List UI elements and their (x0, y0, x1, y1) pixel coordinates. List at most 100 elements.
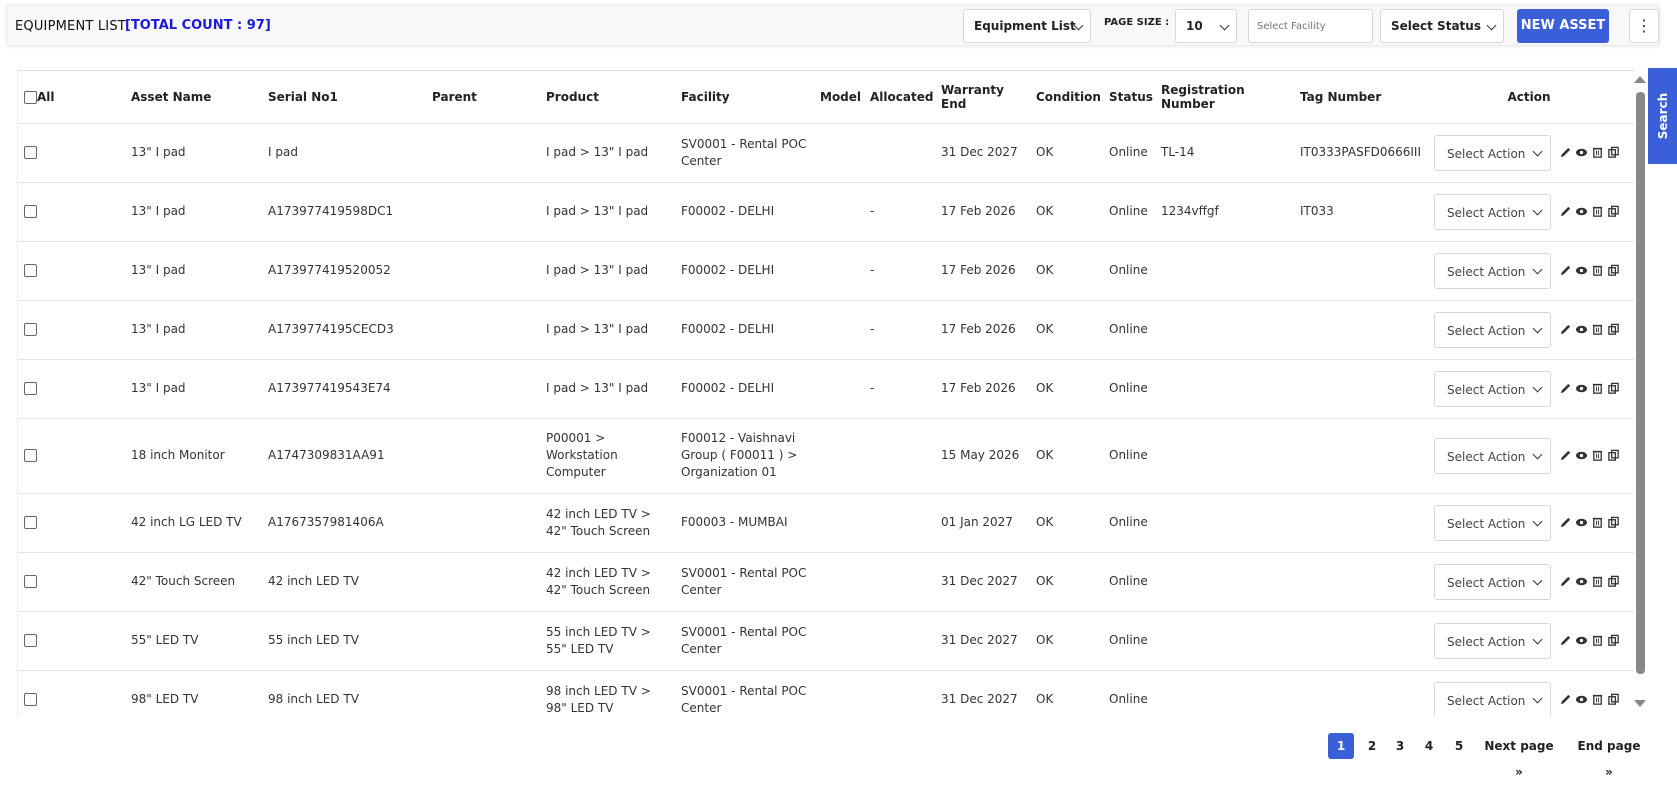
copy-icon[interactable] (1607, 693, 1620, 706)
page-5[interactable]: 5 (1449, 733, 1469, 759)
view-icon[interactable] (1575, 382, 1588, 395)
edit-icon[interactable] (1559, 516, 1572, 529)
row-checkbox-cell (18, 182, 125, 242)
edit-icon[interactable] (1559, 449, 1572, 462)
delete-icon[interactable] (1591, 693, 1604, 706)
select-action-dropdown[interactable]: Select Action (1434, 622, 1551, 659)
cell-model (814, 123, 864, 183)
select-action-dropdown[interactable]: Select Action (1434, 311, 1551, 348)
row-checkbox[interactable] (24, 205, 37, 218)
cell-serial: 42 inch LED TV (262, 552, 426, 612)
view-icon[interactable] (1575, 693, 1588, 706)
scroll-up-icon[interactable] (1634, 76, 1646, 83)
edit-icon[interactable] (1559, 205, 1572, 218)
new-asset-button[interactable]: NEW ASSET (1517, 9, 1609, 43)
view-icon[interactable] (1575, 264, 1588, 277)
cell-allocated (864, 418, 935, 494)
col-allocated: Allocated (864, 71, 935, 124)
cell-parent (426, 493, 540, 553)
table-row: 98" LED TV 98 inch LED TV 98 inch LED TV >… (18, 670, 1634, 716)
row-checkbox[interactable] (24, 516, 37, 529)
copy-icon[interactable] (1607, 205, 1620, 218)
search-side-tab[interactable]: Search (1648, 68, 1677, 164)
copy-icon[interactable] (1607, 146, 1620, 159)
cell-tag: IT0333PASFD0666III (1294, 123, 1423, 183)
delete-icon[interactable] (1591, 575, 1604, 588)
row-checkbox[interactable] (24, 146, 37, 159)
select-action-dropdown[interactable]: Select Action (1434, 563, 1551, 600)
select-action-dropdown[interactable]: Select Action (1434, 437, 1551, 474)
edit-icon[interactable] (1559, 693, 1572, 706)
cell-allocated: - (864, 359, 935, 419)
next-page-link[interactable]: Next page » (1479, 733, 1559, 779)
view-select[interactable]: Equipment List (963, 9, 1091, 43)
cell-product: 98 inch LED TV > 98" LED TV (540, 670, 675, 716)
view-icon[interactable] (1575, 575, 1588, 588)
copy-icon[interactable] (1607, 516, 1620, 529)
delete-icon[interactable] (1591, 449, 1604, 462)
edit-icon[interactable] (1559, 264, 1572, 277)
edit-icon[interactable] (1559, 146, 1572, 159)
copy-icon[interactable] (1607, 264, 1620, 277)
view-icon[interactable] (1575, 516, 1588, 529)
cell-reg: 1234vffgf (1155, 182, 1294, 242)
row-checkbox[interactable] (24, 382, 37, 395)
view-icon[interactable] (1575, 323, 1588, 336)
select-action-dropdown[interactable]: Select Action (1434, 193, 1551, 230)
more-options-icon[interactable]: ⋮ (1629, 9, 1659, 43)
copy-icon[interactable] (1607, 382, 1620, 395)
copy-icon[interactable] (1607, 634, 1620, 647)
view-icon[interactable] (1575, 634, 1588, 647)
edit-icon[interactable] (1559, 382, 1572, 395)
page-3[interactable]: 3 (1390, 733, 1410, 759)
col-warranty: Warranty End (935, 71, 1030, 124)
cell-reg (1155, 552, 1294, 612)
page-2[interactable]: 2 (1362, 733, 1382, 759)
cell-parent (426, 182, 540, 242)
cell-reg (1155, 241, 1294, 301)
edit-icon[interactable] (1559, 323, 1572, 336)
delete-icon[interactable] (1591, 264, 1604, 277)
edit-icon[interactable] (1559, 575, 1572, 588)
copy-icon[interactable] (1607, 449, 1620, 462)
facility-input[interactable] (1248, 9, 1373, 43)
page-4[interactable]: 4 (1419, 733, 1439, 759)
cell-serial: 55 inch LED TV (262, 611, 426, 671)
select-action-dropdown[interactable]: Select Action (1434, 681, 1551, 716)
chevron-down-icon (1532, 264, 1543, 274)
delete-icon[interactable] (1591, 382, 1604, 395)
delete-icon[interactable] (1591, 323, 1604, 336)
page-size-label: PAGE SIZE : (1104, 17, 1170, 28)
row-checkbox[interactable] (24, 449, 37, 462)
select-action-dropdown[interactable]: Select Action (1434, 504, 1551, 541)
delete-icon[interactable] (1591, 205, 1604, 218)
copy-icon[interactable] (1607, 323, 1620, 336)
delete-icon[interactable] (1591, 634, 1604, 647)
row-checkbox[interactable] (24, 323, 37, 336)
view-icon[interactable] (1575, 449, 1588, 462)
end-page-link[interactable]: End page » (1572, 733, 1646, 779)
select-all-checkbox[interactable] (24, 90, 37, 104)
table-scrollbar[interactable] (1634, 76, 1646, 712)
row-checkbox[interactable] (24, 634, 37, 647)
row-checkbox[interactable] (24, 264, 37, 277)
select-action-dropdown[interactable]: Select Action (1434, 370, 1551, 407)
page-1[interactable]: 1 (1328, 733, 1354, 759)
scroll-thumb[interactable] (1636, 92, 1645, 674)
view-icon[interactable] (1575, 205, 1588, 218)
view-icon[interactable] (1575, 146, 1588, 159)
cell-condition: OK (1030, 552, 1103, 612)
delete-icon[interactable] (1591, 146, 1604, 159)
cell-facility: F00002 - DELHI (675, 241, 814, 301)
row-checkbox[interactable] (24, 575, 37, 588)
select-action-dropdown[interactable]: Select Action (1434, 252, 1551, 289)
select-action-dropdown[interactable]: Select Action (1434, 134, 1551, 171)
page-size-select[interactable]: 10 (1175, 9, 1237, 43)
delete-icon[interactable] (1591, 516, 1604, 529)
scroll-down-icon[interactable] (1634, 700, 1646, 707)
col-all[interactable]: All (18, 71, 125, 124)
edit-icon[interactable] (1559, 634, 1572, 647)
status-select[interactable]: Select Status (1380, 9, 1504, 43)
row-checkbox[interactable] (24, 693, 37, 706)
copy-icon[interactable] (1607, 575, 1620, 588)
